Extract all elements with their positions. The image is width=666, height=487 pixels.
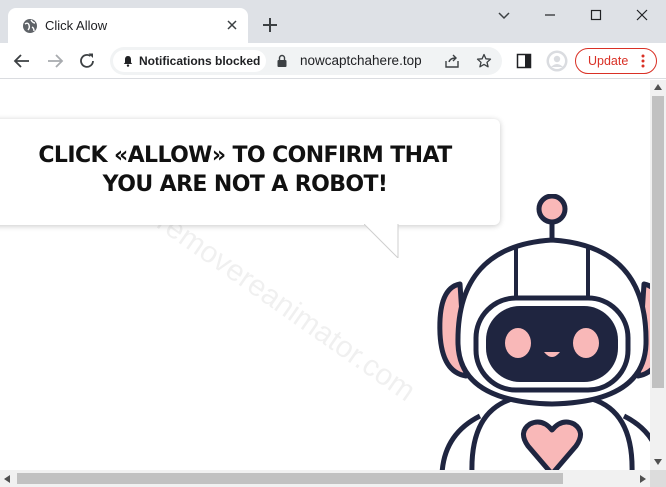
page-viewport: removereanimator.com CLICK «ALLOW» TO CO… — [0, 80, 650, 470]
address-bar[interactable]: Notifications blocked nowcaptchahere.top — [110, 47, 502, 75]
bell-icon — [123, 56, 133, 67]
horizontal-scrollbar[interactable] — [0, 470, 666, 487]
tab-click-allow[interactable]: Click Allow — [8, 8, 248, 43]
chevron-down-icon[interactable] — [492, 4, 516, 26]
url-text[interactable]: nowcaptchahere.top — [300, 53, 433, 69]
profile-avatar-icon[interactable] — [546, 50, 568, 72]
star-icon[interactable] — [476, 53, 492, 69]
side-panel-icon[interactable] — [516, 53, 532, 69]
speech-bubble: CLICK «ALLOW» TO CONFIRM THAT YOU ARE NO… — [0, 119, 500, 225]
new-tab-icon[interactable] — [261, 16, 279, 34]
tab-title: Click Allow — [45, 18, 108, 33]
maximize-icon[interactable] — [584, 4, 608, 26]
speech-bubble-tail — [364, 224, 399, 258]
forward-arrow-icon[interactable] — [46, 52, 64, 70]
robot-illustration — [437, 194, 650, 470]
update-button[interactable]: Update — [575, 48, 657, 74]
page-headline: CLICK «ALLOW» TO CONFIRM THAT YOU ARE NO… — [38, 143, 452, 197]
reload-icon[interactable] — [78, 52, 96, 70]
minimize-icon[interactable] — [538, 4, 562, 26]
browser-toolbar: Notifications blocked nowcaptchahere.top… — [0, 43, 666, 79]
horizontal-scroll-thumb[interactable] — [17, 473, 563, 484]
scroll-down-arrow-icon[interactable] — [654, 459, 662, 465]
title-bar: Click Allow — [0, 0, 666, 43]
share-icon[interactable] — [444, 53, 460, 69]
notifications-blocked-chip[interactable]: Notifications blocked — [113, 50, 266, 72]
scroll-right-arrow-icon[interactable] — [640, 475, 646, 483]
notifications-blocked-label: Notifications blocked — [139, 54, 261, 68]
more-vertical-icon[interactable] — [640, 54, 646, 68]
scroll-up-arrow-icon[interactable] — [654, 84, 662, 90]
close-icon[interactable] — [224, 17, 240, 33]
globe-icon — [23, 19, 37, 33]
scrollbar-corner — [650, 470, 666, 487]
update-button-label: Update — [588, 54, 629, 68]
lock-icon[interactable] — [276, 54, 288, 68]
scroll-left-arrow-icon[interactable] — [4, 475, 10, 483]
back-arrow-icon[interactable] — [13, 52, 31, 70]
vertical-scrollbar[interactable] — [650, 80, 666, 470]
vertical-scroll-thumb[interactable] — [652, 96, 664, 388]
window-close-icon[interactable] — [630, 4, 654, 26]
